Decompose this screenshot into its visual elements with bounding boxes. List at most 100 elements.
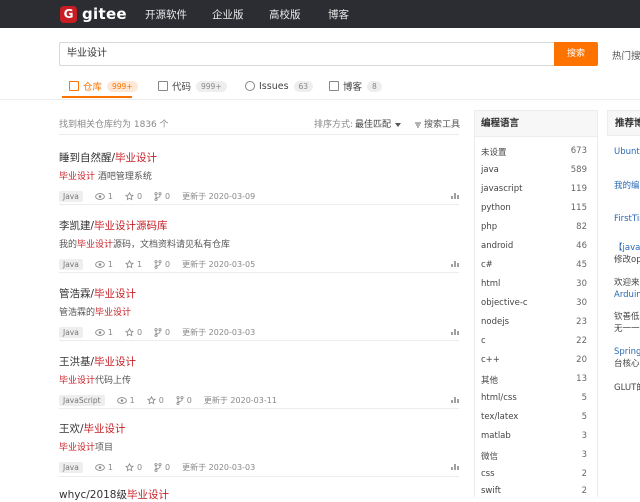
list-item[interactable]: 王洪基/毕业设计 毕业设计代码上传 JavaScript 1 0 0 更新于 2… xyxy=(59,354,459,406)
repo-owner: 管浩霖/ xyxy=(59,288,95,300)
blog-icon xyxy=(329,81,339,91)
language-filter-item[interactable]: swift 2 xyxy=(481,486,593,496)
language-name: matlab xyxy=(481,431,511,441)
repo-name: 毕业设计 xyxy=(127,489,169,501)
tab-blogs[interactable]: 博客 8 xyxy=(329,76,382,96)
language-count: 30 xyxy=(576,279,587,289)
repo-title-link[interactable]: 管浩霖/毕业设计 xyxy=(59,286,459,301)
recommended-blog-link[interactable]: 【java xyxy=(614,242,640,254)
repo-owner: whyc/2018级 xyxy=(59,489,127,501)
language-count: 3 xyxy=(581,450,587,460)
language-count: 30 xyxy=(576,298,587,308)
language-filter-item[interactable]: objective-c 30 xyxy=(481,298,593,308)
bar-chart-icon[interactable] xyxy=(451,260,459,268)
language-filter-item[interactable]: matlab 3 xyxy=(481,431,593,441)
tab-repositories[interactable]: 仓库 999+ xyxy=(69,76,138,96)
star-value: 0 xyxy=(158,395,164,405)
nav-education[interactable]: 高校版 xyxy=(269,7,301,22)
search-button[interactable]: 搜索 xyxy=(554,42,598,66)
search-input[interactable]: 毕业设计 xyxy=(59,42,554,66)
desc-highlight: 毕业设计 xyxy=(59,443,96,453)
bar-chart-icon[interactable] xyxy=(451,396,459,404)
hot-search-label[interactable]: 热门搜索 xyxy=(612,48,640,62)
gitee-logo[interactable]: gitee xyxy=(60,4,127,24)
recommended-blog-link[interactable]: Ubuntu xyxy=(614,146,640,158)
updated-time: 更新于 2020-03-03 xyxy=(182,462,256,472)
language-tag[interactable]: Java xyxy=(59,326,83,338)
recommended-blog-link[interactable]: 台核心 xyxy=(614,358,640,370)
language-filter-item[interactable]: c 22 xyxy=(481,336,593,346)
fork-icon xyxy=(154,462,162,472)
language-filter-item[interactable]: tex/latex 5 xyxy=(481,412,593,422)
list-item[interactable]: whyc/2018级毕业设计 xyxy=(59,487,459,502)
language-filter-item[interactable]: 微信 3 xyxy=(481,450,593,462)
language-filter-item[interactable]: 其他 13 xyxy=(481,374,593,386)
recommended-blog-link[interactable]: 修改op xyxy=(614,254,640,266)
language-tag[interactable]: JavaScript xyxy=(59,394,105,406)
repo-title-link[interactable]: 王欢/毕业设计 xyxy=(59,421,459,436)
recommended-blog-link[interactable]: FirstTim xyxy=(614,213,640,225)
tab-count: 999+ xyxy=(196,80,227,92)
language-filter-item[interactable]: 未设置 673 xyxy=(481,146,593,158)
star-count: 0 xyxy=(124,327,142,337)
list-item[interactable]: 王欢/毕业设计 毕业设计项目 Java 1 0 0 更新于 2020-03-03 xyxy=(59,421,459,473)
language-filter-item[interactable]: java 589 xyxy=(481,165,593,175)
language-name: html/css xyxy=(481,393,517,403)
repo-title-link[interactable]: 睡到自然醒/毕业设计 xyxy=(59,150,459,165)
fork-icon xyxy=(154,327,162,337)
language-panel-title: 编程语言 xyxy=(475,111,597,137)
nav-enterprise[interactable]: 企业版 xyxy=(212,7,244,22)
bar-chart-icon[interactable] xyxy=(451,463,459,471)
desc-prefix: 管浩霖的 xyxy=(59,308,96,318)
language-tag[interactable]: Java xyxy=(59,258,83,270)
language-filter-item[interactable]: css 2 xyxy=(481,469,593,479)
language-filter-item[interactable]: nodejs 23 xyxy=(481,317,593,327)
language-filter-item[interactable]: python 115 xyxy=(481,203,593,213)
chevron-down-icon xyxy=(395,122,402,127)
language-name: 微信 xyxy=(481,452,499,462)
recommended-blog-link[interactable]: Spring xyxy=(614,346,640,358)
list-item[interactable]: 睡到自然醒/毕业设计 毕业设计 酒吧管理系统 Java 1 0 0 更新于 20… xyxy=(59,150,459,202)
sort-dropdown[interactable]: 排序方式: 最佳匹配 xyxy=(314,117,402,130)
recommended-blog-link[interactable]: Arduino xyxy=(614,289,640,301)
recommended-blog-link[interactable]: GLUT的 xyxy=(614,382,640,394)
language-filter-item[interactable]: c# 45 xyxy=(481,260,593,270)
repo-title-link[interactable]: whyc/2018级毕业设计 xyxy=(59,487,459,502)
star-icon xyxy=(124,327,134,336)
repo-description: 毕业设计代码上传 xyxy=(59,373,459,386)
nav-blog[interactable]: 博客 xyxy=(328,7,349,22)
repo-meta: Java 1 1 0 更新于 2020-03-05 xyxy=(59,258,459,270)
list-item[interactable]: 李凯建/毕业设计源码库 我的毕业设计源码，文档资料请见私有仓库 Java 1 1… xyxy=(59,218,459,270)
language-filter-item[interactable]: php 82 xyxy=(481,222,593,232)
bar-chart-icon[interactable] xyxy=(451,328,459,336)
repo-owner: 王欢/ xyxy=(59,423,84,435)
language-filter-item[interactable]: android 46 xyxy=(481,241,593,251)
search-tools-button[interactable]: 搜索工具 xyxy=(414,117,460,130)
language-tag[interactable]: Java xyxy=(59,190,83,202)
language-filter-item[interactable]: c++ 20 xyxy=(481,355,593,365)
bar-chart-icon[interactable] xyxy=(451,192,459,200)
language-filter-item[interactable]: html/css 5 xyxy=(481,393,593,403)
repo-description: 管浩霖的毕业设计 xyxy=(59,305,459,318)
tab-code[interactable]: 代码 999+ xyxy=(158,76,227,96)
fork-icon xyxy=(154,259,162,269)
language-filter-item[interactable]: javascript 119 xyxy=(481,184,593,194)
repo-meta: JavaScript 1 0 0 更新于 2020-03-11 xyxy=(59,394,459,406)
tab-issues[interactable]: Issues 63 xyxy=(245,76,314,96)
nav-open-source[interactable]: 开源软件 xyxy=(145,7,187,22)
recommended-blog-link[interactable]: 欢迎来 xyxy=(614,277,640,289)
recommended-blog-link[interactable]: 无一一 xyxy=(614,323,640,335)
repo-owner: 睡到自然醒/ xyxy=(59,152,116,164)
language-filter-item[interactable]: html 30 xyxy=(481,279,593,289)
list-item[interactable]: 管浩霖/毕业设计 管浩霖的毕业设计 Java 1 0 0 更新于 2020-03… xyxy=(59,286,459,338)
repo-meta: Java 1 0 0 更新于 2020-03-03 xyxy=(59,326,459,338)
repo-title-link[interactable]: 王洪基/毕业设计 xyxy=(59,354,459,369)
repo-name: 毕业设计 xyxy=(115,152,158,164)
eye-icon xyxy=(94,463,105,471)
repo-title-link[interactable]: 李凯建/毕业设计源码库 xyxy=(59,218,459,233)
language-tag[interactable]: Java xyxy=(59,461,83,473)
recommended-blog-link[interactable]: 钦善低 xyxy=(614,311,640,323)
recommended-blog-link[interactable]: 我的编 xyxy=(614,180,640,192)
tab-label: Issues xyxy=(259,80,289,92)
code-icon xyxy=(158,81,168,91)
